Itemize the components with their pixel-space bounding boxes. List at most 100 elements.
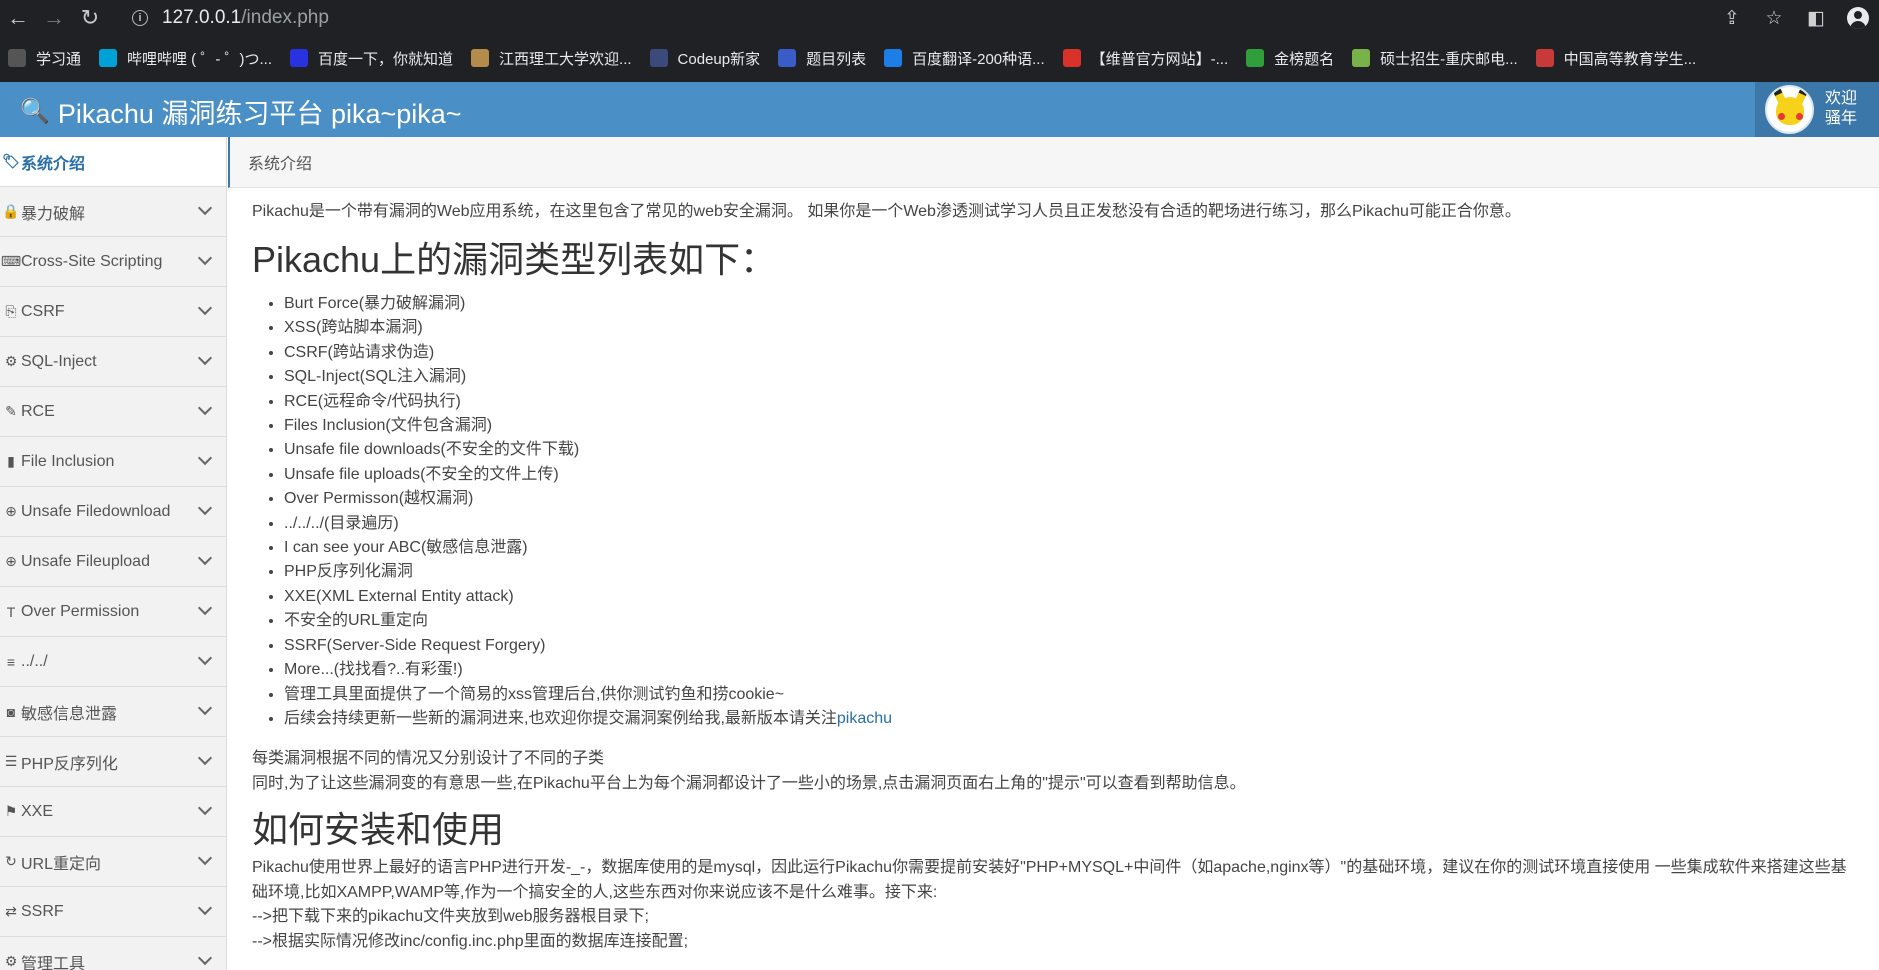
sidebar-item[interactable]: ≡ ../../ <box>0 637 226 687</box>
sidebar-item[interactable]: ⊕ Unsafe Fileupload <box>0 537 226 587</box>
list-icon: ☰ <box>4 753 18 769</box>
sidebar-item[interactable]: ⊕ Unsafe Filedownload <box>0 487 226 537</box>
sidebar-item[interactable]: 🏷 系统介绍 <box>0 137 226 187</box>
sidebar-item[interactable]: ☰ PHP反序列化 <box>0 737 226 787</box>
bookmark-item[interactable]: 江西理工大学欢迎... <box>471 48 632 69</box>
chevron-down-icon <box>197 450 213 466</box>
sidebar-item[interactable]: ⚙ SQL-Inject <box>0 337 226 387</box>
sidebar-item-label: SSRF <box>21 902 64 920</box>
sidebar-item-label: 敏感信息泄露 <box>21 705 118 723</box>
intro-text: Pikachu是一个带有漏洞的Web应用系统，在这里包含了常见的web安全漏洞。… <box>252 203 1521 220</box>
share-icon[interactable]: ⇪ <box>1711 0 1753 36</box>
exchange-icon: ⇄ <box>5 903 17 919</box>
bookmark-label: 江西理工大学欢迎... <box>499 50 632 68</box>
list-item: SQL-Inject(SQL注入漏洞) <box>284 365 1862 389</box>
app-header: 🔍 Pikachu 漏洞练习平台 pika~pika~ 欢迎 骚年 <box>0 82 1879 137</box>
avatar <box>1765 85 1814 134</box>
sidebar-item[interactable]: ⌨ Cross-Site Scripting <box>0 237 226 287</box>
bookmark-item[interactable]: 哔哩哔哩 ( ゜- ゜)つ... <box>99 48 272 69</box>
list-item: I can see your ABC(敏感信息泄露) <box>284 536 1862 560</box>
bookmark-item[interactable]: 学习通 <box>8 48 81 69</box>
list-item: ../../../(目录遍历) <box>284 512 1862 536</box>
pikachu-link[interactable]: pikachu <box>837 710 892 727</box>
app-title[interactable]: 🔍 Pikachu 漏洞练习平台 pika~pika~ <box>20 92 462 131</box>
upload-icon: ⊕ <box>5 553 17 569</box>
sidebar-item-label: File Inclusion <box>21 452 115 470</box>
install-step-1: -->把下载下来的pikachu文件夹放到web服务器根目录下; <box>252 908 649 926</box>
chevron-down-icon <box>197 350 213 366</box>
sidebar-item-label: Over Permission <box>21 602 140 620</box>
vuln-list: Burt Force(暴力破解漏洞)XSS(跨站脚本漏洞)CSRF(跨站请求伪造… <box>252 292 1862 731</box>
address-bar[interactable]: i 127.0.0.1/index.php <box>118 3 1758 33</box>
sidebar-item[interactable]: ⇄ SSRF <box>0 887 226 937</box>
list-item: CSRF(跨站请求伪造) <box>284 341 1862 365</box>
share-icon: ⎘ <box>5 303 17 319</box>
sidebar-item-label: Unsafe Fileupload <box>21 552 150 570</box>
list-item: Unsafe file downloads(不安全的文件下载) <box>284 438 1862 462</box>
chevron-down-icon <box>197 500 213 516</box>
bookmark-label: Codeup新家 <box>677 50 761 68</box>
star-icon[interactable]: ☆ <box>1753 0 1795 36</box>
sidebar-item[interactable]: ⚙ 管理工具 <box>0 937 226 970</box>
main-content: Pikachu是一个带有漏洞的Web应用系统，在这里包含了常见的web安全漏洞。… <box>252 200 1862 954</box>
tag-icon: 🏷 <box>2 153 20 169</box>
sidebar-item-label: CSRF <box>21 302 65 320</box>
sub-para-1: 每类漏洞根据不同的情况又分别设计了不同的子类 <box>252 750 605 768</box>
bookmark-favicon-icon <box>8 49 26 67</box>
bookmark-item[interactable]: Codeup新家 <box>649 48 761 69</box>
chevron-down-icon <box>197 950 213 966</box>
sidebar-item-label: 暴力破解 <box>21 205 86 223</box>
sidebar-item[interactable]: ↻ URL重定向 <box>0 837 226 887</box>
bookmark-label: 哔哩哔哩 ( ゜- ゜)つ... <box>127 50 273 68</box>
bookmark-favicon-icon <box>1246 49 1265 67</box>
sidebar-item[interactable]: 🔒 暴力破解 <box>0 187 226 237</box>
bookmark-favicon-icon <box>1535 49 1554 67</box>
list-item: 后续会持续更新一些新的漏洞进来,也欢迎你提交漏洞案例给我,最新版本请关注pika… <box>284 707 1862 731</box>
side-panel-icon[interactable]: ◧ <box>1795 0 1837 36</box>
bookmark-item[interactable]: 硕士招生-重庆邮电... <box>1352 48 1518 69</box>
user-greeting: 欢迎 骚年 <box>1825 90 1858 127</box>
camera-icon: ◙ <box>6 703 16 720</box>
sidebar-item[interactable]: ✎ RCE <box>0 387 226 437</box>
bookmark-item[interactable]: 中国高等教育学生... <box>1535 48 1696 69</box>
sidebar-item-label: XXE <box>21 802 54 820</box>
chevron-down-icon <box>197 600 213 616</box>
bookmark-favicon-icon <box>649 49 668 67</box>
reload-icon[interactable]: ↻ <box>72 0 108 36</box>
user-menu[interactable]: 欢迎 骚年 <box>1755 82 1879 137</box>
sidebar-item[interactable]: ◙ 敏感信息泄露 <box>0 687 226 737</box>
sub-para-2: 同时,为了让这些漏洞变的有意思一些,在Pikachu平台上为每个漏洞都设计了一些… <box>252 774 1246 792</box>
vuln-list-heading: Pikachu上的漏洞类型列表如下： <box>252 239 777 280</box>
gear-icon: ⚙ <box>4 953 18 969</box>
chevron-down-icon <box>197 800 213 816</box>
file-icon: ▮ <box>7 453 15 469</box>
bookmark-item[interactable]: 百度一下，你就知道 <box>290 48 453 69</box>
bookmark-favicon-icon <box>1062 49 1081 67</box>
sidebar-item-label: Unsafe Filedownload <box>21 502 171 520</box>
sidebar-item[interactable]: ⎘ CSRF <box>0 287 226 337</box>
sidebar-item[interactable]: T Over Permission <box>0 587 226 637</box>
code-icon: ⌨ <box>0 253 22 269</box>
bookmark-label: 硕士招生-重庆邮电... <box>1380 50 1518 68</box>
list-item: Unsafe file uploads(不安全的文件上传) <box>284 463 1862 487</box>
bookmark-item[interactable]: 百度翻译-200种语... <box>884 48 1045 69</box>
chevron-down-icon <box>197 700 213 716</box>
list-item: Files Inclusion(文件包含漏洞) <box>284 414 1862 438</box>
chevron-down-icon <box>197 300 213 316</box>
chevron-down-icon <box>197 400 213 416</box>
bookmark-item[interactable]: 题目列表 <box>778 48 866 69</box>
list-item: More...(找找看?..有彩蛋!) <box>284 658 1862 682</box>
back-icon[interactable]: ← <box>0 0 36 36</box>
bookmark-item[interactable]: 金榜题名 <box>1246 48 1334 69</box>
bookmark-item[interactable]: 【维普官方网站】-... <box>1062 48 1228 69</box>
install-para: Pikachu使用世界上最好的语言PHP进行开发-_-，数据库使用的是mysql… <box>252 859 1847 901</box>
breadcrumb: 系统介绍 <box>228 137 1879 188</box>
profile-icon[interactable] <box>1837 0 1879 36</box>
sidebar-item[interactable]: ▮ File Inclusion <box>0 437 226 487</box>
site-info-icon[interactable]: i <box>132 10 148 26</box>
forward-icon[interactable]: → <box>36 0 72 36</box>
chevron-down-icon <box>197 850 213 866</box>
sidebar-item[interactable]: ⚑ XXE <box>0 787 226 837</box>
bookmark-label: 金榜题名 <box>1274 50 1335 68</box>
bookmark-label: 学习通 <box>36 50 82 68</box>
